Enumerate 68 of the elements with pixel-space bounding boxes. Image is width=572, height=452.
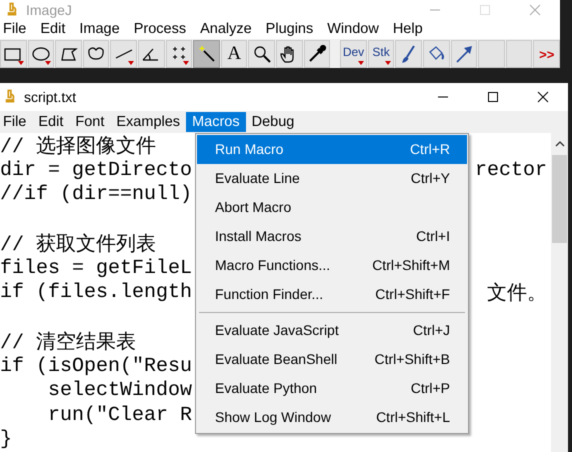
close-icon[interactable]	[537, 90, 549, 102]
menu-item[interactable]: Evaluate Python Ctrl+P	[197, 374, 467, 402]
menu-item[interactable]: Window	[327, 21, 379, 37]
menu-item[interactable]: Image	[79, 21, 120, 37]
menu-item[interactable]: Macro Functions... Ctrl+Shift+M	[197, 250, 467, 280]
menu-item[interactable]: Process	[134, 21, 186, 37]
freehand-tool-button[interactable]	[82, 40, 110, 68]
polygon-tool-button[interactable]	[55, 40, 82, 68]
bucket-tool-button[interactable]	[423, 40, 450, 68]
scroll-thumb[interactable]	[552, 154, 567, 242]
tool-button[interactable]: Dev	[340, 40, 367, 68]
menu-item[interactable]: Show Log Window Ctrl+Shift+L	[197, 402, 467, 432]
menu-item[interactable]: Debug	[246, 112, 300, 132]
menu-item[interactable]: Function Finder... Ctrl+Shift+F	[197, 280, 467, 308]
arrow-tool-button[interactable]	[450, 40, 478, 68]
magic-wand-icon	[196, 44, 217, 64]
code-line: rector	[474, 158, 547, 182]
scroll-up-icon[interactable]	[554, 140, 564, 146]
code-line: run("Clear R	[47, 404, 192, 427]
microscope-icon	[6, 2, 18, 17]
code-line: //if (dir==null)	[0, 183, 192, 206]
code-line: }	[0, 428, 12, 452]
window-title: script.txt	[24, 88, 76, 104]
tool-button[interactable]: Stk	[368, 40, 394, 68]
code-line: dir = getDirecto	[0, 158, 192, 182]
menu-item[interactable]: Install Macros Ctrl+I	[197, 222, 467, 250]
points-tool-button[interactable]	[166, 40, 192, 68]
menu-item[interactable]: Examples	[110, 112, 186, 132]
code-line: if (isOpen("Resu	[0, 354, 192, 378]
tool-button[interactable]: >>	[533, 40, 560, 68]
menu-item[interactable]: File	[0, 112, 32, 132]
magnifier-tool-button[interactable]	[248, 40, 276, 68]
brush-tool-button[interactable]	[395, 40, 422, 68]
wand-tool-button[interactable]	[193, 40, 220, 68]
magnifier-icon	[252, 44, 272, 64]
code-line: selectWindow	[47, 379, 192, 402]
code-line: files = getFileL	[0, 256, 192, 280]
dropper-tool-button[interactable]	[304, 40, 330, 68]
menu-item[interactable]: Analyze	[200, 21, 252, 37]
code-line: 文件。	[487, 281, 547, 306]
scrollbar[interactable]	[551, 132, 568, 452]
code-line: if (files.length	[0, 281, 192, 304]
code-line: // 清空结果表	[0, 330, 136, 356]
menu-item[interactable]: Plugins	[266, 21, 314, 37]
arrow-icon	[454, 44, 474, 64]
menu-item[interactable]: Abort Macro	[197, 192, 467, 222]
maximize-icon[interactable]	[487, 90, 499, 102]
menu-item[interactable]: Font	[69, 112, 110, 132]
code-line: // 选择图像文件	[0, 134, 156, 160]
hand-tool-button[interactable]	[276, 40, 303, 68]
menu-item[interactable]: Evaluate JavaScript Ctrl+J	[197, 316, 467, 344]
menu-item[interactable]: Evaluate Line Ctrl+Y	[197, 164, 467, 192]
eyedropper-icon	[307, 44, 327, 64]
code-line: // 获取文件列表	[0, 232, 156, 258]
menu-item[interactable]: Edit	[40, 21, 66, 37]
menu-item[interactable]: Help	[392, 21, 423, 37]
menu-item[interactable]: Run Macro Ctrl+R	[197, 134, 467, 164]
tool-button[interactable]: A	[220, 40, 248, 68]
line-tool-button[interactable]	[110, 40, 138, 68]
menu-item[interactable]: Edit	[32, 112, 70, 132]
menu-item[interactable]: Evaluate BeanShell Ctrl+Shift+B	[197, 344, 467, 374]
rect-tool-button[interactable]	[0, 40, 27, 68]
angle-tool-button[interactable]	[138, 40, 165, 68]
menu-item[interactable]: Macros	[186, 112, 246, 132]
menu-item[interactable]: File	[3, 21, 26, 37]
microscope-icon	[4, 89, 16, 104]
window-title: ImageJ	[26, 2, 72, 18]
oval-tool-button[interactable]	[28, 40, 54, 68]
